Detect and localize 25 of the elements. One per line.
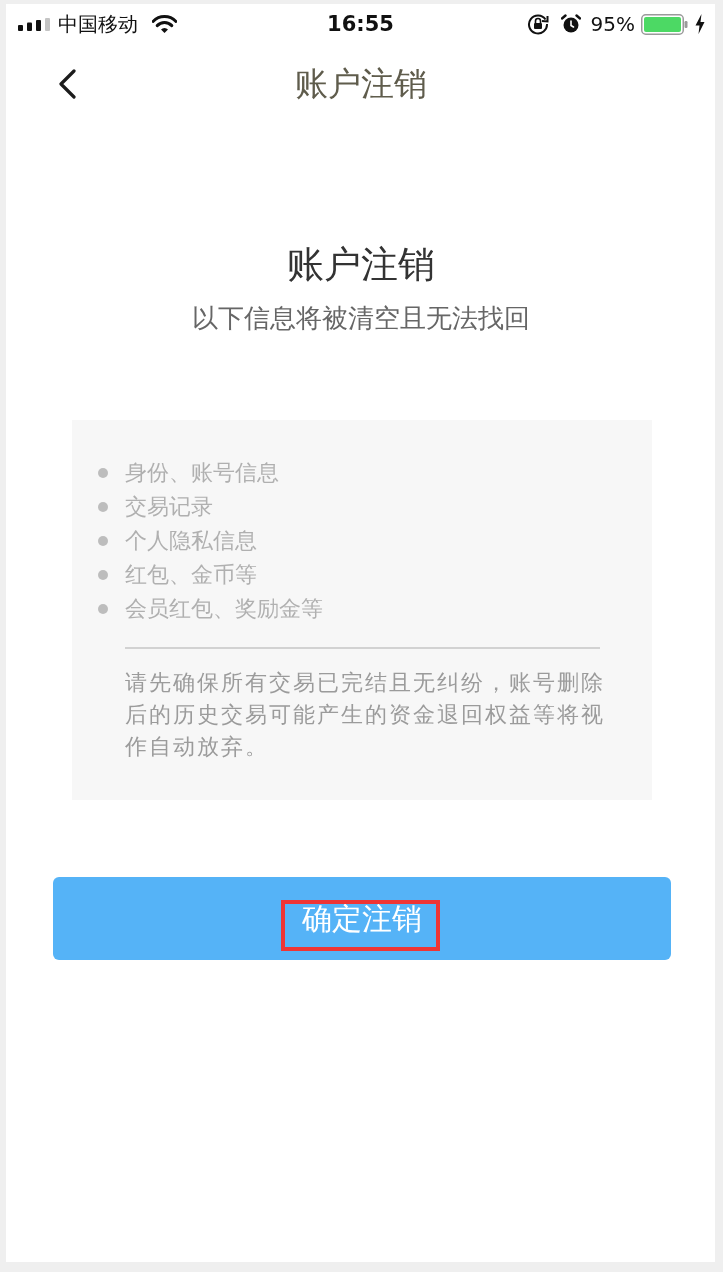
carrier-name: 中国移动 bbox=[58, 11, 138, 37]
bullet-icon bbox=[98, 570, 108, 580]
charging-bolt-icon bbox=[695, 14, 705, 34]
battery-icon bbox=[641, 13, 688, 35]
bullet-icon bbox=[98, 502, 108, 512]
list-item-text: 个人隐私信息 bbox=[125, 527, 257, 555]
battery-percent: 95% bbox=[590, 11, 635, 37]
confirm-button[interactable]: 确定注销 bbox=[53, 877, 671, 960]
list-item-text: 交易记录 bbox=[125, 493, 213, 521]
list-item-text: 红包、金币等 bbox=[125, 561, 257, 589]
signal-bars-icon bbox=[18, 17, 50, 31]
bullet-icon bbox=[98, 468, 108, 478]
alarm-clock-icon bbox=[560, 14, 581, 34]
bullet-icon bbox=[98, 536, 108, 546]
warning-note: 请先确保所有交易已完结且无纠纷，账号删除后的历史交易可能产生的资金退回权益等将视作自动放弃。 bbox=[125, 669, 606, 761]
back-chevron-icon[interactable] bbox=[57, 69, 77, 99]
wifi-icon bbox=[152, 15, 177, 33]
list-item-text: 身份、账号信息 bbox=[125, 459, 279, 487]
list-item-text: 会员红包、奖励金等 bbox=[125, 595, 323, 623]
rotation-lock-icon bbox=[526, 13, 549, 35]
bullet-icon bbox=[98, 604, 108, 614]
page-heading: 账户注销 bbox=[286, 242, 435, 288]
page-subtitle: 以下信息将被清空且无法找回 bbox=[191, 302, 530, 335]
status-time: 16:55 bbox=[327, 11, 394, 37]
nav-title: 账户注销 bbox=[294, 63, 427, 105]
